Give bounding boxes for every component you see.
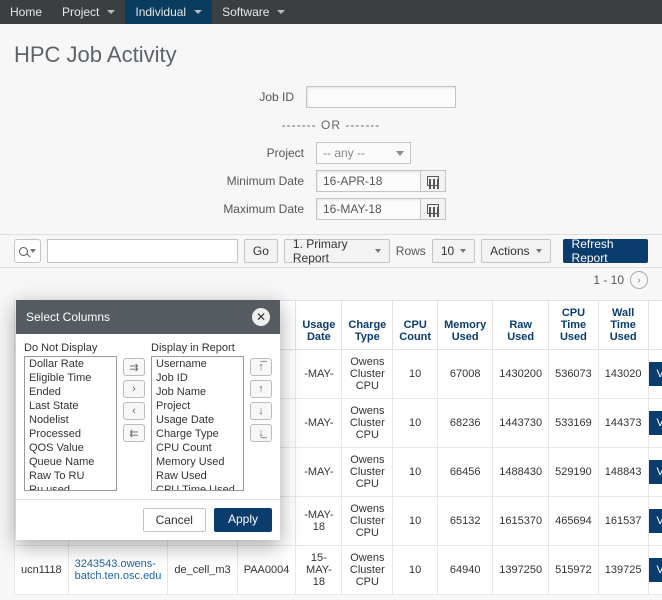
go-button[interactable]: Go	[244, 239, 278, 263]
col-header[interactable]: CPU Count	[393, 301, 438, 350]
view-add-note-button[interactable]: View/Add Note	[649, 460, 662, 484]
list-item[interactable]: Raw To RU	[25, 469, 116, 483]
search-icon	[19, 247, 28, 256]
rows-select[interactable]: 10	[432, 239, 475, 263]
calendar-icon	[427, 204, 439, 214]
list-item[interactable]: Raw Used	[152, 469, 243, 483]
list-item[interactable]: Last State	[25, 399, 116, 413]
pager: 1 - 10 ›	[593, 271, 648, 289]
list-item[interactable]: Job Name	[152, 385, 243, 399]
col-header[interactable]: CPU Time Used	[549, 301, 599, 350]
min-date-input[interactable]	[316, 170, 421, 192]
top-nav: HomeProjectIndividualSoftware	[0, 0, 662, 24]
col-header[interactable]	[648, 301, 662, 350]
or-divider: ------- OR -------	[14, 114, 648, 136]
view-add-note-button[interactable]: View/Add Note	[649, 509, 662, 533]
move-all-left-button[interactable]: ⇇	[123, 424, 145, 442]
do-not-display-label: Do Not Display	[24, 342, 117, 354]
job-id-label: Job ID	[76, 90, 306, 104]
max-date-picker-button[interactable]	[421, 198, 446, 220]
list-item[interactable]: Project	[152, 399, 243, 413]
min-date-picker-button[interactable]	[421, 170, 446, 192]
search-menu-button[interactable]	[14, 239, 41, 263]
job-link[interactable]: 3243543.owens-batch.ten.osc.edu	[75, 558, 162, 582]
view-add-note-button[interactable]: View/Add Note	[649, 558, 662, 582]
chevron-down-icon	[194, 10, 202, 14]
col-header[interactable]: Charge Type	[342, 301, 393, 350]
do-not-display-list[interactable]: Dollar RateEligible TimeEndedLast StateN…	[24, 356, 117, 491]
list-item[interactable]: Ended	[25, 385, 116, 399]
dialog-title: Select Columns	[26, 310, 110, 324]
apply-button[interactable]: Apply	[214, 508, 272, 532]
project-select[interactable]: -- any --	[316, 142, 411, 164]
project-label: Project	[86, 146, 316, 160]
search-input[interactable]	[47, 239, 238, 263]
col-header[interactable]: Wall Time Used	[598, 301, 648, 350]
cancel-button[interactable]: Cancel	[143, 508, 206, 532]
chevron-down-icon	[107, 10, 115, 14]
table-row: ucn11183243543.owens-batch.ten.osc.edude…	[15, 546, 662, 595]
report-select[interactable]: 1. Primary Report	[284, 239, 390, 263]
rows-label: Rows	[396, 244, 426, 258]
close-icon[interactable]: ✕	[252, 308, 270, 326]
project-value: -- any --	[323, 146, 365, 160]
list-item[interactable]: Processed	[25, 427, 116, 441]
list-item[interactable]: Usage Date	[152, 413, 243, 427]
move-up-button[interactable]: ↑	[250, 380, 272, 398]
view-add-note-button[interactable]: View/Add Note	[649, 362, 662, 386]
chevron-down-icon	[30, 249, 36, 253]
select-columns-dialog: Select Columns ✕ Do Not Display Dollar R…	[16, 300, 280, 540]
actions-menu[interactable]: Actions	[481, 239, 550, 263]
display-in-report-label: Display in Report	[151, 342, 244, 354]
list-item[interactable]: Memory Used	[152, 455, 243, 469]
list-item[interactable]: QOS Value	[25, 441, 116, 455]
col-header[interactable]: Usage Date	[296, 301, 342, 350]
job-id-input[interactable]	[306, 86, 456, 108]
display-in-report-list[interactable]: UsernameJob IDJob NameProjectUsage DateC…	[151, 356, 244, 491]
search-form: Job ID ------- OR ------- Project -- any…	[0, 86, 662, 234]
nav-home[interactable]: Home	[0, 0, 52, 24]
list-item[interactable]: Queue Name	[25, 455, 116, 469]
list-item[interactable]: Nodelist	[25, 413, 116, 427]
nav-software[interactable]: Software	[212, 0, 295, 24]
chevron-down-icon	[277, 10, 285, 14]
list-item[interactable]: CPU Time Used	[152, 483, 243, 491]
list-item[interactable]: Username	[152, 357, 243, 371]
move-down-button[interactable]: ↓	[250, 402, 272, 420]
chevron-down-icon	[375, 249, 381, 253]
nav-project[interactable]: Project	[52, 0, 125, 24]
list-item[interactable]: Ru used	[25, 483, 116, 491]
move-all-right-button[interactable]: ⇉	[123, 358, 145, 376]
list-item[interactable]: Job ID	[152, 371, 243, 385]
col-header[interactable]: Memory Used	[438, 301, 493, 350]
report-toolbar: Go 1. Primary Report Rows 10 Actions Ref…	[0, 234, 662, 268]
move-right-button[interactable]: ›	[123, 380, 145, 398]
list-item[interactable]: CPU Count	[152, 441, 243, 455]
chevron-down-icon	[460, 249, 466, 253]
move-bottom-button[interactable]: ↓̲	[250, 424, 272, 442]
list-item[interactable]: Charge Type	[152, 427, 243, 441]
min-date-label: Minimum Date	[86, 174, 316, 188]
next-page-button[interactable]: ›	[630, 271, 648, 289]
view-add-note-button[interactable]: View/Add Note	[649, 411, 662, 435]
max-date-input[interactable]	[316, 198, 421, 220]
move-top-button[interactable]: ↑̅	[250, 358, 272, 376]
list-item[interactable]: Eligible Time	[25, 371, 116, 385]
col-header[interactable]: Raw Used	[493, 301, 549, 350]
page-title: HPC Job Activity	[0, 24, 662, 80]
nav-individual[interactable]: Individual	[125, 0, 212, 24]
calendar-icon	[427, 176, 439, 186]
chevron-down-icon	[396, 151, 404, 156]
move-left-button[interactable]: ‹	[123, 402, 145, 420]
list-item[interactable]: Dollar Rate	[25, 357, 116, 371]
max-date-label: Maximum Date	[86, 202, 316, 216]
chevron-down-icon	[536, 249, 542, 253]
refresh-report-button[interactable]: Refresh Report	[563, 239, 648, 263]
pager-range: 1 - 10	[593, 273, 624, 287]
